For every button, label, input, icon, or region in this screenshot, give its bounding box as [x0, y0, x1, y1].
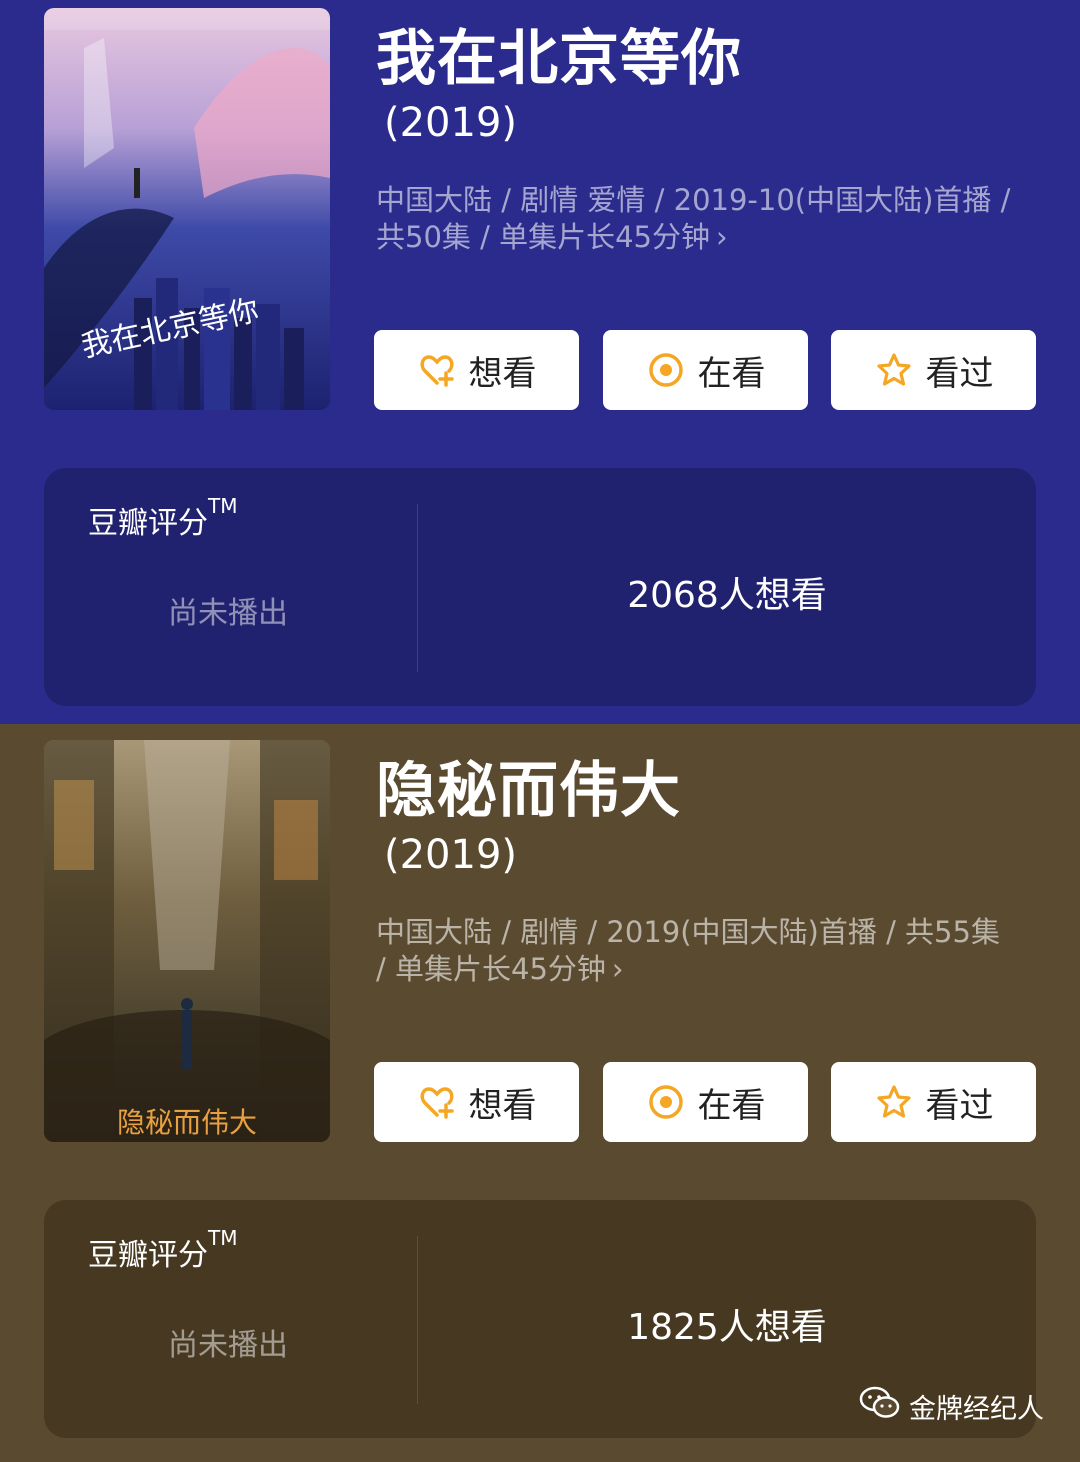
rating-status: 尚未播出: [168, 596, 288, 631]
watched-button-label: 看过: [925, 353, 994, 394]
chevron-right-icon: ›: [716, 220, 728, 254]
poster-artwork: 隐秘而伟大: [44, 740, 330, 1142]
chevron-right-icon: ›: [611, 952, 624, 986]
rating-card: 豆瓣评分TM 尚未播出 2068人想看: [44, 468, 1036, 706]
poster-image[interactable]: 隐秘而伟大: [44, 740, 330, 1142]
wish-count[interactable]: 1825人想看: [418, 1298, 1036, 1350]
star-icon: [874, 350, 914, 390]
want-button-label: 想看: [468, 353, 537, 394]
watched-button[interactable]: 看过: [831, 330, 1036, 410]
watching-button-label: 在看: [697, 353, 766, 394]
show-meta-text: 中国大陆 / 剧情 / 2019(中国大陆)首播 / 共55集 / 单集片长45…: [376, 915, 1000, 986]
show-meta-text: 中国大陆 / 剧情 爱情 / 2019-10(中国大陆)首播 / 共50集 / …: [376, 183, 1011, 254]
watermark-text: 金牌经纪人: [909, 1394, 1044, 1425]
watching-button-label: 在看: [697, 1085, 766, 1126]
show-year: (2019): [384, 832, 518, 878]
poster-artwork: 我在北京等你: [44, 8, 330, 410]
heart-plus-icon: [417, 1082, 457, 1122]
trademark-mark: TM: [208, 494, 238, 518]
show-panel-2: 隐秘而伟大 隐秘而伟大 (2019) 中国大陆 / 剧情 / 2019(中国大陆…: [0, 724, 1080, 1462]
show-panel-1: 我在北京等你 我在北京等你 (2019) 中国大陆 / 剧情 爱情 / 2019…: [0, 0, 1080, 724]
show-meta[interactable]: 中国大陆 / 剧情 爱情 / 2019-10(中国大陆)首播 / 共50集 / …: [376, 182, 1016, 256]
target-icon: [646, 1082, 686, 1122]
watched-button-label: 看过: [925, 1085, 994, 1126]
show-year: (2019): [384, 100, 518, 146]
watched-button[interactable]: 看过: [831, 1062, 1036, 1142]
want-button-label: 想看: [468, 1085, 537, 1126]
show-title: 隐秘而伟大: [376, 756, 681, 826]
trademark-mark: TM: [208, 1226, 238, 1250]
rating-label: 豆瓣评分TM: [88, 494, 238, 541]
rating-label: 豆瓣评分TM: [88, 1226, 238, 1273]
wish-count[interactable]: 2068人想看: [418, 566, 1036, 618]
watching-button[interactable]: 在看: [603, 1062, 808, 1142]
want-button[interactable]: 想看: [374, 1062, 579, 1142]
target-icon: [646, 350, 686, 390]
show-meta[interactable]: 中国大陆 / 剧情 / 2019(中国大陆)首播 / 共55集 / 单集片长45…: [376, 914, 1016, 988]
star-icon: [874, 1082, 914, 1122]
poster-image[interactable]: 我在北京等你: [44, 8, 330, 410]
watching-button[interactable]: 在看: [603, 330, 808, 410]
wechat-icon: [859, 1385, 901, 1428]
poster-title: 隐秘而伟大: [117, 1106, 257, 1139]
want-button[interactable]: 想看: [374, 330, 579, 410]
show-title: 我在北京等你: [376, 24, 742, 94]
heart-plus-icon: [417, 350, 457, 390]
watermark: 金牌经纪人: [859, 1385, 1044, 1428]
rating-status: 尚未播出: [168, 1328, 288, 1363]
